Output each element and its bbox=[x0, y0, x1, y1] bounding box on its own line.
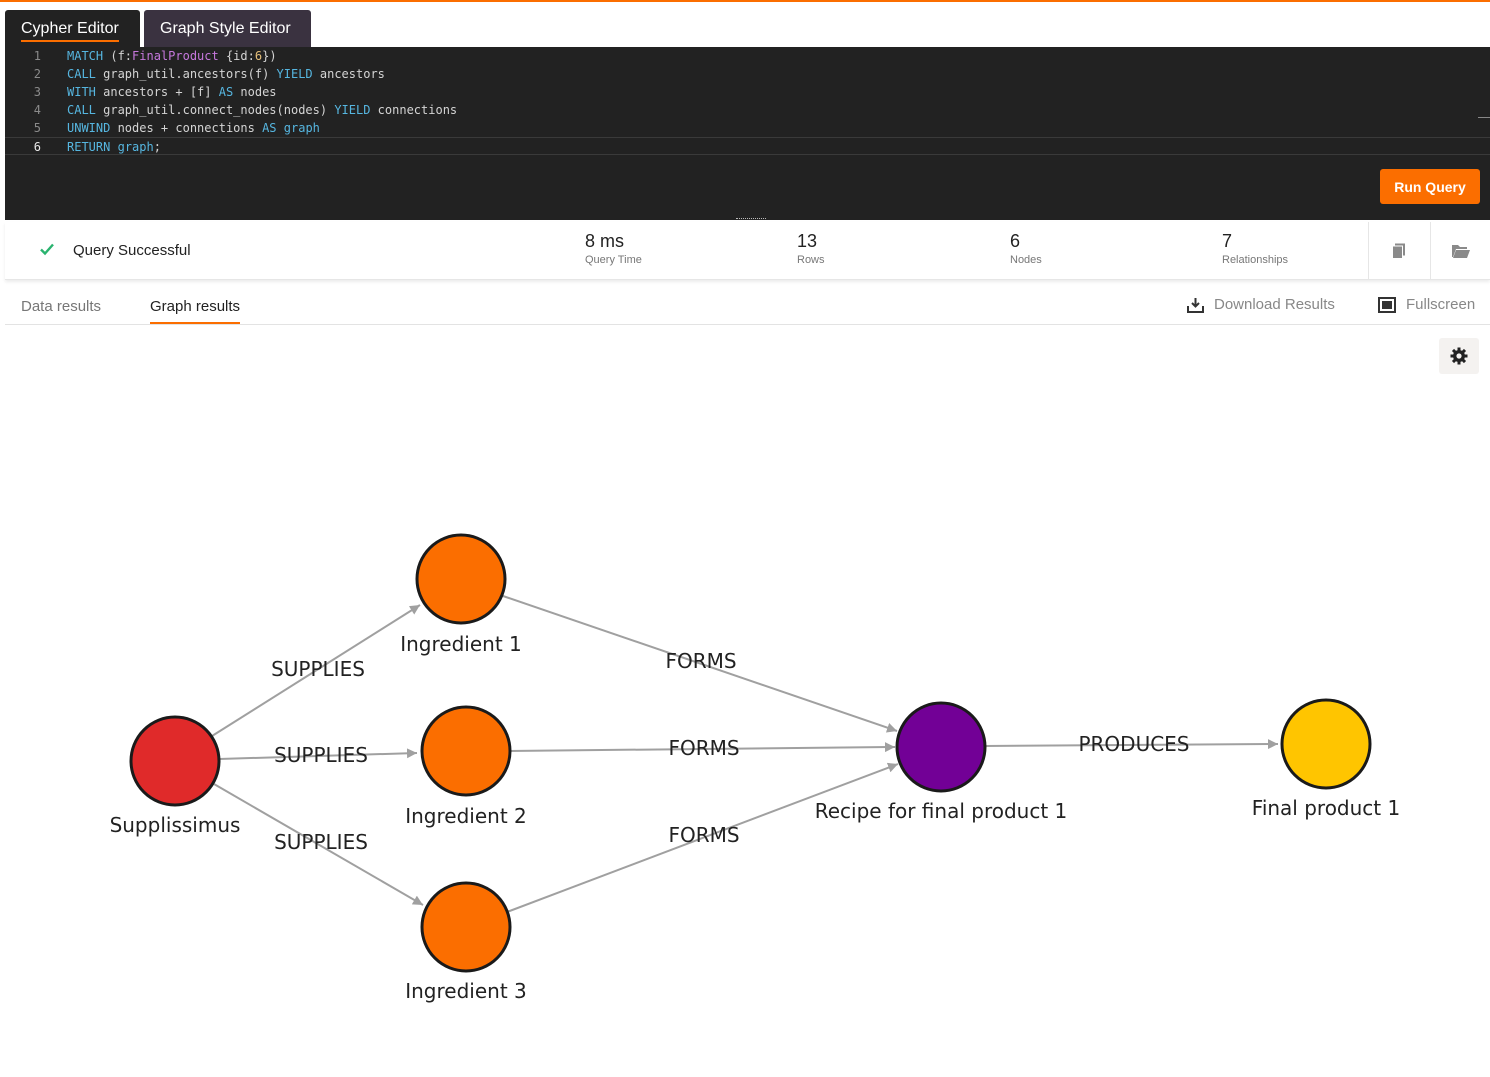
code-text: MATCH (f:FinalProduct {id:6}) bbox=[67, 49, 277, 63]
run-query-button[interactable]: Run Query bbox=[1380, 169, 1480, 204]
query-status-bar: Query Successful 8 ms Query Time 13 Rows… bbox=[5, 222, 1490, 280]
code-text: RETURN graph; bbox=[67, 140, 161, 154]
tab-cypher-editor[interactable]: Cypher Editor bbox=[5, 10, 140, 48]
tab-cypher-editor-label: Cypher Editor bbox=[21, 20, 119, 42]
cypher-code-editor[interactable]: 1 MATCH (f:FinalProduct {id:6}) 2 CALL g… bbox=[5, 47, 1490, 220]
stat-value: 6 bbox=[1010, 231, 1021, 251]
edge-label: FORMS bbox=[668, 823, 739, 847]
stat-query-time: 8 ms Query Time bbox=[585, 228, 642, 266]
tab-graph-results[interactable]: Graph results bbox=[150, 298, 241, 324]
graph-node-final-product[interactable] bbox=[1280, 698, 1372, 790]
graph-node-ingredient-3[interactable] bbox=[420, 881, 512, 973]
code-line: 3 WITH ancestors + [f] AS nodes bbox=[5, 83, 1490, 101]
code-line: 5 UNWIND nodes + connections AS graph bbox=[5, 119, 1490, 137]
code-line: 1 MATCH (f:FinalProduct {id:6}) bbox=[5, 47, 1490, 65]
download-results-button[interactable]: Download Results bbox=[1187, 296, 1335, 313]
code-text: CALL graph_util.ancestors(f) YIELD ances… bbox=[67, 67, 385, 81]
node-label: Final product 1 bbox=[1252, 796, 1400, 820]
download-icon bbox=[1187, 297, 1204, 313]
code-line: 4 CALL graph_util.connect_nodes(nodes) Y… bbox=[5, 101, 1490, 119]
open-folder-button[interactable] bbox=[1430, 222, 1490, 280]
graph-canvas[interactable]: SUPPLIES SUPPLIES SUPPLIES FORMS FORMS F… bbox=[5, 326, 1490, 1072]
status-message: Query Successful bbox=[73, 242, 191, 259]
graph-node-supplissimus[interactable] bbox=[129, 715, 221, 807]
tab-data-results[interactable]: Data results bbox=[21, 298, 101, 324]
stat-label: Rows bbox=[797, 254, 825, 266]
graph-node-recipe[interactable] bbox=[895, 701, 987, 793]
line-number: 2 bbox=[33, 67, 41, 81]
copy-icon bbox=[1391, 243, 1405, 259]
stat-label: Query Time bbox=[585, 254, 642, 266]
edge-label: PRODUCES bbox=[1078, 732, 1189, 756]
graph-node-ingredient-1[interactable] bbox=[415, 533, 507, 625]
stat-label: Nodes bbox=[1010, 254, 1042, 266]
line-number: 3 bbox=[33, 85, 41, 99]
gear-icon bbox=[1450, 347, 1468, 365]
copy-button[interactable] bbox=[1368, 222, 1428, 280]
code-text: CALL graph_util.connect_nodes(nodes) YIE… bbox=[67, 103, 458, 117]
stat-nodes: 6 Nodes bbox=[1010, 228, 1042, 266]
node-label: Ingredient 1 bbox=[400, 632, 522, 656]
results-tab-bar: Data results Graph results Download Resu… bbox=[5, 287, 1490, 325]
code-line-current: 6 RETURN graph; bbox=[5, 137, 1490, 155]
line-number: 1 bbox=[33, 49, 41, 63]
line-number: 6 bbox=[33, 140, 41, 154]
graph-node-ingredient-2[interactable] bbox=[420, 705, 512, 797]
check-icon bbox=[40, 243, 54, 256]
node-label: Ingredient 3 bbox=[405, 979, 527, 1003]
stat-rows: 13 Rows bbox=[797, 228, 825, 266]
editor-scroll-marker bbox=[1478, 117, 1490, 118]
line-number: 5 bbox=[33, 121, 41, 135]
download-results-label: Download Results bbox=[1214, 296, 1335, 313]
edge-label: FORMS bbox=[665, 649, 736, 673]
edge-label: SUPPLIES bbox=[274, 830, 368, 854]
node-label: Recipe for final product 1 bbox=[815, 799, 1068, 823]
fullscreen-button[interactable]: Fullscreen bbox=[1378, 296, 1475, 313]
tab-graph-style-editor-label: Graph Style Editor bbox=[160, 20, 291, 37]
tab-graph-style-editor[interactable]: Graph Style Editor bbox=[144, 10, 311, 48]
line-number: 4 bbox=[33, 103, 41, 117]
edge-label: FORMS bbox=[668, 736, 739, 760]
code-text: UNWIND nodes + connections AS graph bbox=[67, 121, 320, 135]
stat-value: 13 bbox=[797, 231, 818, 251]
stat-relationships: 7 Relationships bbox=[1222, 228, 1288, 266]
stat-value: 7 bbox=[1222, 231, 1233, 251]
node-label: Ingredient 2 bbox=[405, 804, 527, 828]
graph-visualization[interactable]: SUPPLIES SUPPLIES SUPPLIES FORMS FORMS F… bbox=[5, 326, 1490, 1072]
graph-settings-button[interactable] bbox=[1439, 338, 1479, 374]
stat-label: Relationships bbox=[1222, 254, 1289, 266]
code-line: 2 CALL graph_util.ancestors(f) YIELD anc… bbox=[5, 65, 1490, 83]
edge-label: SUPPLIES bbox=[271, 657, 365, 681]
stat-value: 8 ms bbox=[585, 231, 625, 251]
edge-label: SUPPLIES bbox=[274, 743, 368, 767]
folder-open-icon bbox=[1451, 245, 1470, 258]
code-text: WITH ancestors + [f] AS nodes bbox=[67, 85, 277, 99]
node-label: Supplissimus bbox=[110, 813, 241, 837]
editor-tab-bar: Cypher Editor Graph Style Editor bbox=[0, 2, 1490, 48]
fullscreen-label: Fullscreen bbox=[1406, 296, 1476, 313]
fullscreen-icon bbox=[1378, 296, 1396, 313]
